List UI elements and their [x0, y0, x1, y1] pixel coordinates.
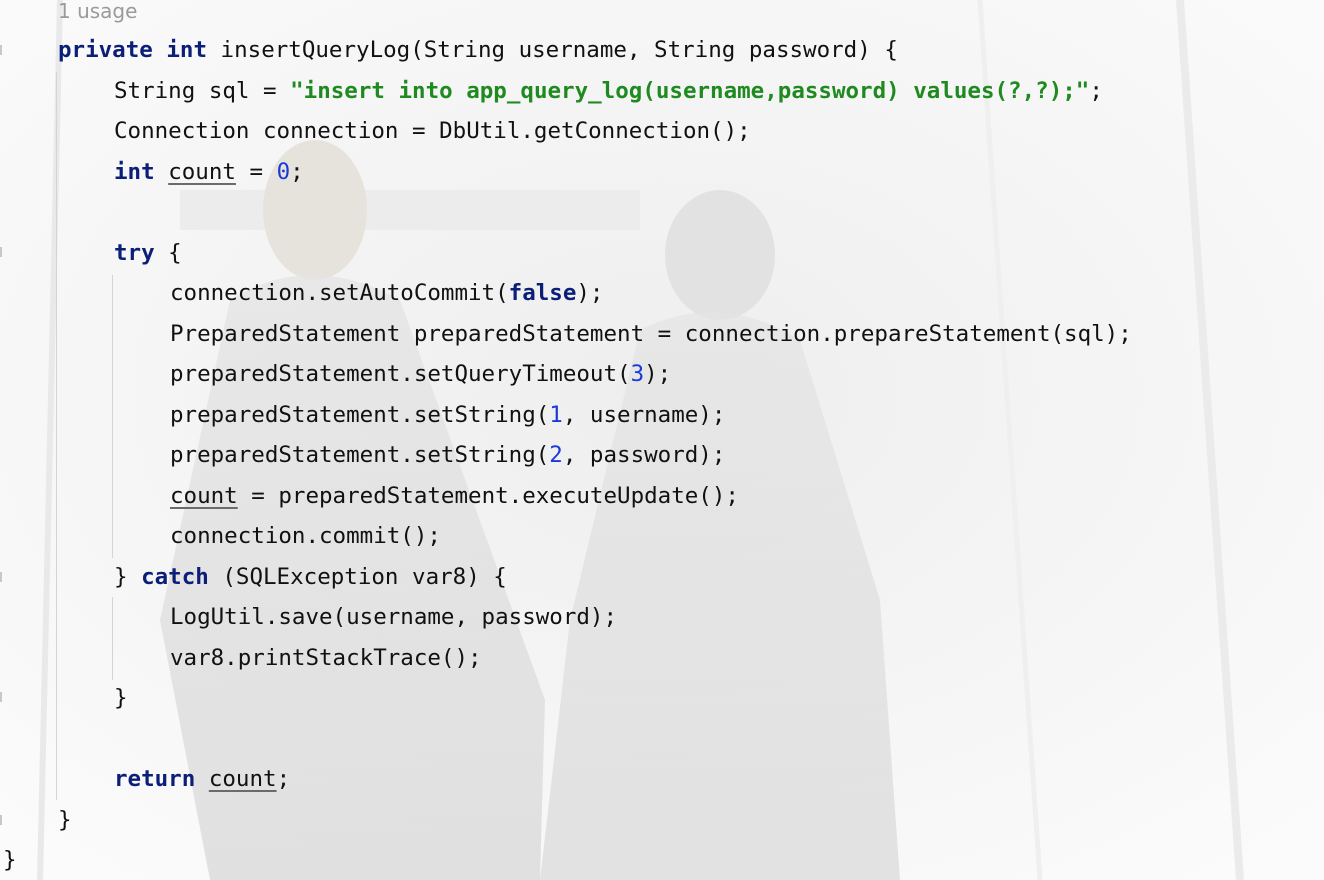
code-token: } [3, 847, 17, 873]
keyword-token: try [114, 239, 155, 266]
code-line[interactable]: preparedStatement.setString(1, username)… [170, 395, 725, 435]
number-literal-token: 2 [549, 442, 563, 468]
code-line[interactable]: count = preparedStatement.executeUpdate(… [170, 476, 739, 516]
code-line[interactable]: } [3, 840, 17, 880]
number-literal-token: 0 [276, 158, 291, 185]
keyword-token: int [166, 37, 208, 63]
code-token: ); [644, 361, 672, 387]
indent-guide-line [56, 72, 57, 800]
code-line[interactable]: connection.commit(); [170, 516, 441, 556]
indent-guide-line [112, 275, 113, 558]
code-line[interactable]: preparedStatement.setString(2, password)… [170, 435, 725, 475]
code-line[interactable]: return count; [114, 759, 290, 799]
fold-marker[interactable] [0, 45, 2, 55]
fold-marker[interactable] [0, 247, 2, 257]
code-token: ); [576, 280, 604, 306]
code-token: } [114, 685, 128, 711]
code-token: { [154, 239, 182, 266]
code-token: insertQueryLog(String username, String p… [207, 37, 898, 63]
reassigned-variable-token: count [208, 766, 277, 792]
code-token: LogUtil.save(username, password); [170, 604, 618, 630]
code-token: preparedStatement.setString( [170, 442, 550, 468]
code-token: ; [1089, 77, 1103, 104]
code-line[interactable]: LogUtil.save(username, password); [170, 597, 617, 637]
code-token: String sql = [114, 77, 291, 104]
keyword-token: private [58, 37, 153, 63]
code-line[interactable]: preparedStatement.setQueryTimeout(3); [170, 354, 671, 394]
code-token: } [114, 563, 142, 590]
number-literal-token: 1 [549, 401, 563, 428]
code-line[interactable]: int count = 0; [114, 152, 304, 192]
code-token: = preparedStatement.executeUpdate(); [237, 482, 739, 509]
code-token: , password); [562, 442, 726, 468]
code-token: preparedStatement.setString( [170, 401, 550, 428]
code-line[interactable]: Connection connection = DbUtil.getConnec… [114, 111, 751, 151]
code-token: (SQLException var8) { [208, 563, 507, 590]
code-token: = [235, 158, 277, 185]
code-token: } [58, 806, 72, 833]
code-line[interactable]: try { [114, 233, 182, 273]
fold-marker[interactable] [0, 572, 2, 582]
code-editor[interactable]: 1 usage private int insertQueryLog(Strin… [0, 0, 1324, 880]
code-token: , username); [562, 401, 726, 428]
code-token: Connection connection = DbUtil.getConnec… [114, 118, 751, 144]
keyword-token: false [508, 280, 577, 306]
indent-guide-line [112, 597, 113, 680]
code-line[interactable]: PreparedStatement preparedStatement = co… [170, 314, 1132, 354]
code-token: ; [290, 158, 304, 185]
code-token: preparedStatement.setQueryTimeout( [170, 361, 631, 387]
code-token: ; [276, 766, 291, 792]
code-token: var8.printStackTrace(); [170, 644, 482, 671]
code-line[interactable]: var8.printStackTrace(); [170, 638, 482, 678]
keyword-token: catch [141, 563, 209, 590]
code-line[interactable]: private int insertQueryLog(String userna… [58, 30, 898, 70]
reassigned-variable-token: count [168, 158, 236, 185]
code-line[interactable]: } [58, 800, 72, 840]
fold-marker[interactable] [0, 692, 2, 702]
keyword-token: return [114, 766, 196, 792]
code-line[interactable]: } catch (SQLException var8) { [114, 557, 507, 597]
reassigned-variable-token: count [170, 482, 238, 509]
usage-count-hint[interactable]: 1 usage [58, 0, 137, 22]
code-line[interactable]: } [114, 678, 128, 718]
string-literal-token: "insert into app_query_log(username,pass… [290, 77, 1090, 104]
code-token: PreparedStatement preparedStatement = co… [170, 320, 1132, 347]
code-token: connection.commit(); [170, 523, 441, 549]
fold-marker[interactable] [0, 815, 2, 825]
number-literal-token: 3 [630, 361, 645, 387]
code-line[interactable]: connection.setAutoCommit(false); [170, 273, 603, 313]
code-token: connection.setAutoCommit( [170, 280, 509, 306]
code-line[interactable]: String sql = "insert into app_query_log(… [114, 71, 1103, 111]
keyword-token: int [114, 158, 155, 185]
